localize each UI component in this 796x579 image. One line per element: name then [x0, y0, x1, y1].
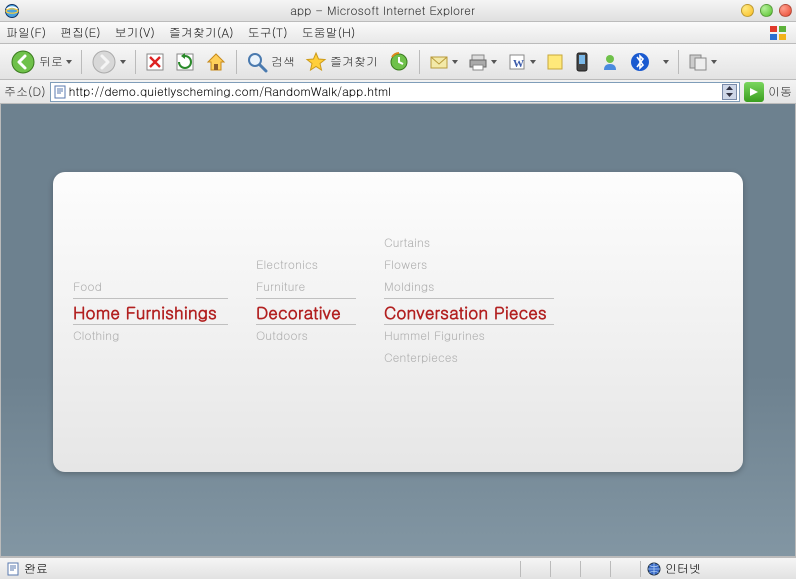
- nav-item[interactable]: Furniture: [256, 276, 356, 298]
- window-title: app - Microsoft Internet Explorer: [24, 2, 741, 19]
- url-input[interactable]: [67, 83, 722, 100]
- menu-favorites[interactable]: 즐겨찾기(A): [169, 24, 234, 41]
- chevron-down-icon: [66, 60, 72, 64]
- svg-text:W: W: [513, 58, 524, 70]
- search-label: 검색: [271, 53, 295, 70]
- chevron-down-icon: [452, 60, 458, 64]
- nav-column-1: Food Home Furnishings Clothing: [73, 276, 228, 369]
- window-controls: [741, 4, 792, 17]
- refresh-button[interactable]: [171, 48, 199, 76]
- nav-item[interactable]: Clothing: [73, 325, 228, 347]
- back-label: 뒤로: [39, 53, 63, 70]
- address-field[interactable]: [50, 82, 740, 102]
- nav-item[interactable]: Centerpieces: [384, 347, 554, 369]
- globe-icon: [647, 562, 661, 576]
- windows-flag-icon: [768, 24, 790, 42]
- mail-button[interactable]: [425, 48, 462, 76]
- status-segment: [550, 561, 580, 577]
- address-spinner[interactable]: [722, 84, 737, 100]
- chevron-down-icon: [491, 60, 497, 64]
- back-button[interactable]: 뒤로: [6, 48, 76, 76]
- content-area: Food Home Furnishings Clothing Electroni…: [0, 104, 796, 557]
- close-button[interactable]: [779, 4, 792, 17]
- status-text: 완료: [24, 560, 48, 577]
- status-segment: [610, 561, 640, 577]
- phone-button[interactable]: [570, 48, 594, 76]
- titlebar: app - Microsoft Internet Explorer: [0, 0, 796, 22]
- status-bar: 완료 인터넷: [0, 557, 796, 579]
- menu-view[interactable]: 보기(V): [115, 24, 155, 41]
- minimize-button[interactable]: [741, 4, 754, 17]
- separator: [81, 50, 82, 74]
- address-label: 주소(D): [4, 83, 46, 100]
- nav-item[interactable]: Flowers: [384, 254, 554, 276]
- zone-text: 인터넷: [665, 560, 701, 577]
- nav-item[interactable]: Moldings: [384, 276, 554, 298]
- history-button[interactable]: [384, 48, 414, 76]
- nav-item[interactable]: Food: [73, 276, 228, 298]
- status-segment: [580, 561, 610, 577]
- menu-tools[interactable]: 도구(T): [248, 24, 288, 41]
- chevron-down-icon: [711, 60, 717, 64]
- chevron-down-icon: [663, 60, 669, 64]
- nav-item[interactable]: Hummel Figurines: [384, 325, 554, 347]
- nav-item[interactable]: Curtains: [384, 232, 554, 254]
- menu-edit[interactable]: 편집(E): [60, 24, 101, 41]
- go-button[interactable]: [744, 82, 764, 102]
- menu-help[interactable]: 도움말(H): [302, 24, 356, 41]
- chevron-down-icon: [120, 60, 126, 64]
- nav-item-selected[interactable]: Decorative: [256, 298, 356, 325]
- favorites-button[interactable]: 즐겨찾기: [301, 48, 382, 76]
- edit-button[interactable]: W: [503, 48, 540, 76]
- print-button[interactable]: [464, 48, 501, 76]
- forward-button[interactable]: [87, 48, 130, 76]
- nav-column-2: Electronics Furniture Decorative Outdoor…: [256, 254, 356, 369]
- chevron-down-icon: [530, 60, 536, 64]
- home-button[interactable]: [201, 48, 231, 76]
- nav-column-3: Curtains Flowers Moldings Conversation P…: [384, 232, 554, 369]
- separator: [419, 50, 420, 74]
- menubar: 파일(F) 편집(E) 보기(V) 즐겨찾기(A) 도구(T) 도움말(H): [0, 22, 796, 44]
- overflow-button[interactable]: [656, 48, 673, 76]
- page-icon: [6, 562, 20, 576]
- separator: [678, 50, 679, 74]
- app-panel: Food Home Furnishings Clothing Electroni…: [53, 172, 743, 472]
- ie-icon: [4, 3, 20, 19]
- zone-segment: 인터넷: [640, 561, 790, 577]
- separator: [135, 50, 136, 74]
- menu-file[interactable]: 파일(F): [6, 24, 46, 41]
- nav-item-selected[interactable]: Home Furnishings: [73, 298, 228, 325]
- address-bar: 주소(D) 이동: [0, 80, 796, 104]
- go-label: 이동: [768, 83, 792, 100]
- bluetooth-button[interactable]: [626, 48, 654, 76]
- toolbar: 뒤로 검색 즐겨찾기: [0, 44, 796, 80]
- maximize-button[interactable]: [760, 4, 773, 17]
- nav-item-selected[interactable]: Conversation Pieces: [384, 298, 554, 325]
- separator: [236, 50, 237, 74]
- search-button[interactable]: 검색: [242, 48, 299, 76]
- nav-item[interactable]: Outdoors: [256, 325, 356, 347]
- messenger-button[interactable]: [596, 48, 624, 76]
- extra-button[interactable]: [684, 48, 721, 76]
- status-segment: [520, 561, 550, 577]
- nav-item[interactable]: Electronics: [256, 254, 356, 276]
- favorites-label: 즐겨찾기: [330, 53, 378, 70]
- browser-window: app - Microsoft Internet Explorer 파일(F) …: [0, 0, 796, 579]
- page-icon: [53, 85, 67, 99]
- stop-button[interactable]: [141, 48, 169, 76]
- note-button[interactable]: [542, 48, 568, 76]
